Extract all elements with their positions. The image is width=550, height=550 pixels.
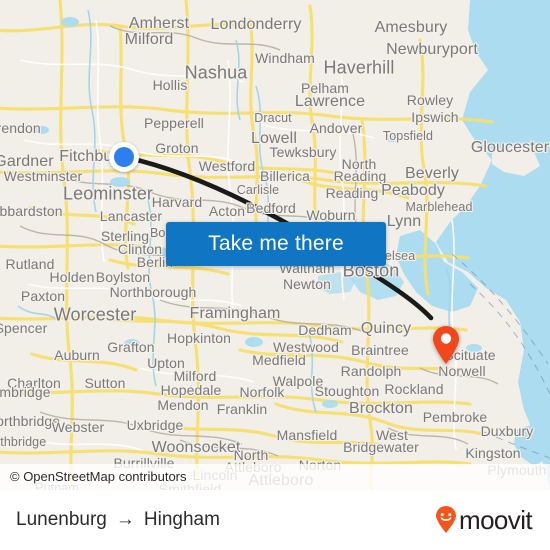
take-me-there-button[interactable]: Take me there <box>166 222 386 266</box>
origin-marker[interactable] <box>109 142 139 172</box>
map-pin-icon <box>433 326 459 364</box>
moovit-pin-icon <box>436 506 457 533</box>
moovit-wordmark: moovit <box>459 504 533 535</box>
route-summary: Lunenburg → Hingham <box>16 509 220 531</box>
arrow-right-icon: → <box>115 509 135 530</box>
route-origin-label: Lunenburg <box>16 509 107 530</box>
route-destination-label: Hingham <box>143 509 220 530</box>
footer-bar: Lunenburg → Hingham moovit <box>0 490 550 550</box>
moovit-map-page: Amherst Milford Londonderry Amesbury Newbury… <box>0 0 550 550</box>
map-attribution[interactable]: © OpenStreetMap contributors <box>0 464 550 490</box>
moovit-logo[interactable]: moovit <box>434 504 533 536</box>
map-canvas[interactable]: Amherst Milford Londonderry Amesbury Newbury… <box>0 0 550 490</box>
